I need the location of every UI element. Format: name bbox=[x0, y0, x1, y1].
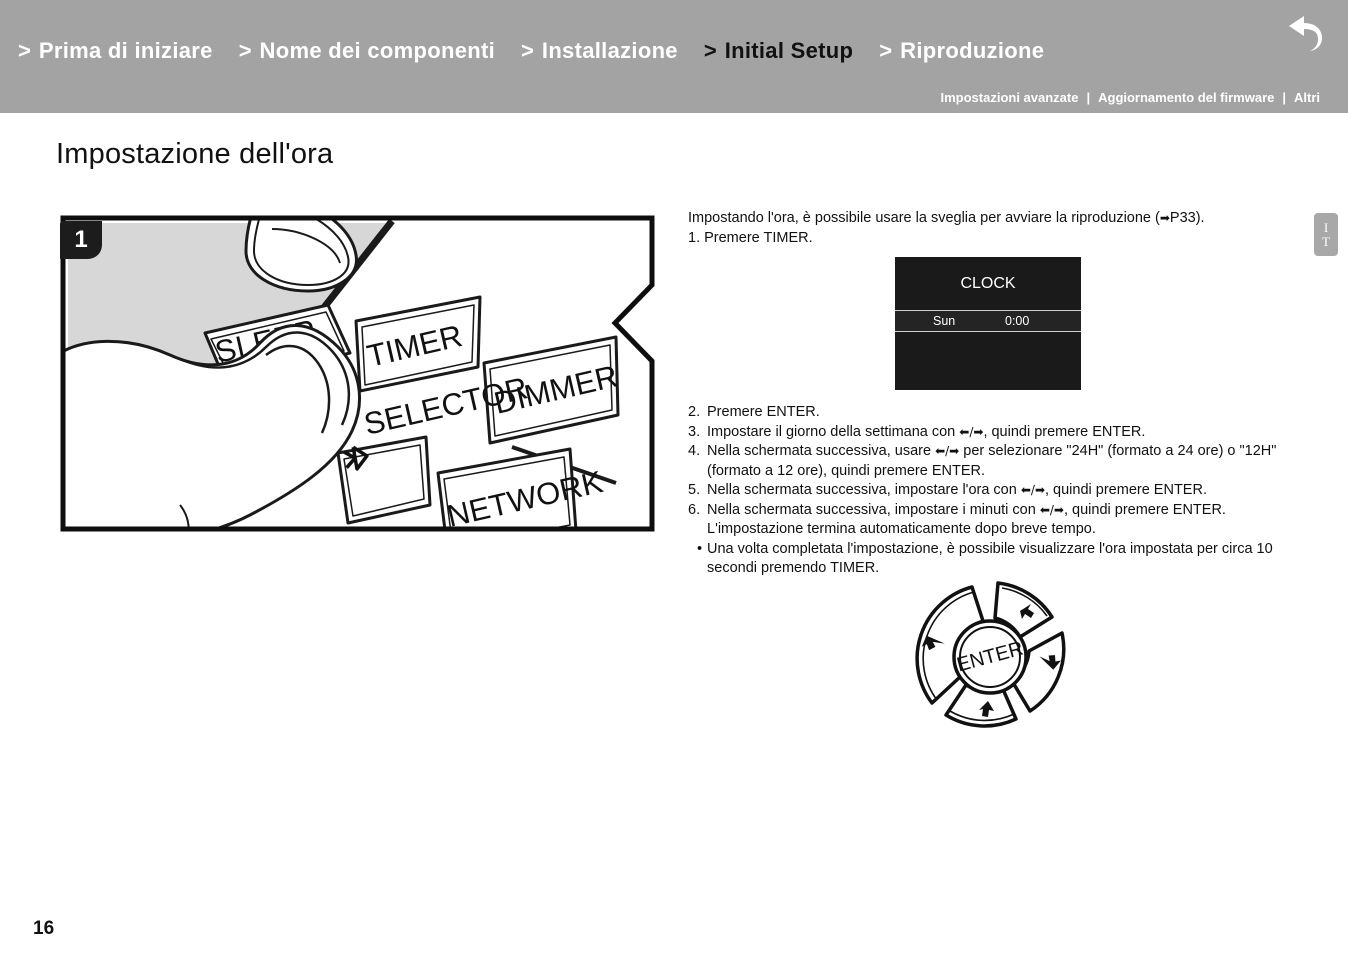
step-text-pre: Nella schermata successiva, impostare i … bbox=[707, 501, 1040, 518]
step-text: Nella schermata successiva, usare ⬅/➡ pe… bbox=[707, 442, 1300, 481]
intro-line-1: Impostando l'ora, è possibile usare la s… bbox=[688, 208, 1298, 228]
breadcrumb-label: Prima di iniziare bbox=[38, 38, 213, 63]
subnav-separator: | bbox=[1282, 90, 1286, 105]
breadcrumb-item-prima-di-iniziare[interactable]: > Prima di iniziare bbox=[18, 38, 213, 64]
subnav-separator: | bbox=[1086, 90, 1091, 105]
breadcrumb-item-riproduzione[interactable]: > Riproduzione bbox=[879, 38, 1044, 64]
page-number: 16 bbox=[33, 918, 55, 939]
chevron-right-icon: > bbox=[18, 38, 31, 63]
note-text: Una volta completata l'impostazione, è p… bbox=[707, 540, 1273, 577]
step-text: Impostare il giorno della settimana con … bbox=[707, 423, 1300, 443]
step-text-pre: Nella schermata successiva, usare bbox=[707, 443, 936, 459]
step-number: 5. bbox=[688, 482, 701, 498]
instruction-step-6: 6. Nella schermata successiva, impostare… bbox=[688, 501, 1300, 540]
breadcrumb-label: Installazione bbox=[541, 38, 678, 63]
breadcrumb: > Prima di iniziare > Nome dei component… bbox=[18, 38, 1070, 64]
intro-line-1-post: P33). bbox=[1169, 210, 1205, 226]
sub-navigation: Impostazioni avanzate | Aggiornamento de… bbox=[940, 90, 1320, 105]
intro-line-1-pre: Impostando l'ora, è possibile usare la s… bbox=[688, 210, 1160, 226]
breadcrumb-item-nome-dei-componenti[interactable]: > Nome dei componenti bbox=[239, 38, 495, 64]
clock-display-row: Sun 0:00 bbox=[895, 310, 1081, 332]
breadcrumb-item-initial-setup[interactable]: > Initial Setup bbox=[704, 38, 853, 64]
step-text: Nella schermata successiva, impostare i … bbox=[707, 501, 1300, 540]
step-text-pre: Impostare il giorno della settimana con bbox=[707, 423, 960, 440]
clock-display-time: 0:00 bbox=[1005, 314, 1030, 328]
step-number: 4. bbox=[688, 443, 701, 459]
instruction-step-5: 5. Nella schermata successiva, impostare… bbox=[688, 481, 1300, 501]
instruction-step-3: 3. Impostare il giorno della settimana c… bbox=[688, 423, 1300, 443]
chevron-right-icon: > bbox=[521, 38, 534, 63]
chevron-right-icon: > bbox=[238, 38, 252, 63]
step-text-post: , quindi premere ENTER. bbox=[983, 423, 1146, 440]
instruction-step-4: 4. Nella schermata successiva, usare ⬅/➡… bbox=[688, 442, 1300, 481]
clock-display-panel: CLOCK Sun 0:00 bbox=[895, 257, 1081, 390]
step-number-badge: 1 bbox=[60, 221, 102, 259]
language-tab-line2: T bbox=[1322, 233, 1330, 249]
top-header-bar: > Prima di iniziare > Nome dei component… bbox=[0, 0, 1348, 113]
enter-wheel-illustration: ENTER bbox=[895, 575, 1085, 740]
step-number: 2. bbox=[688, 404, 701, 420]
breadcrumb-item-installazione[interactable]: > Installazione bbox=[521, 38, 678, 64]
chevron-right-icon: > bbox=[703, 38, 717, 63]
step-number: 3. bbox=[688, 423, 701, 440]
right-arrow-icon: ➡ bbox=[1159, 211, 1170, 225]
language-tab-line1: I bbox=[1323, 219, 1329, 235]
bullet-icon: • bbox=[696, 540, 703, 557]
page-title: Impostazione dell'ora bbox=[56, 138, 334, 170]
back-arrow-icon[interactable] bbox=[1284, 16, 1326, 54]
subnav-item-altri[interactable]: Altri bbox=[1294, 90, 1320, 105]
left-right-arrow-icon: ⬅/➡ bbox=[959, 424, 984, 439]
breadcrumb-label: Initial Setup bbox=[724, 38, 854, 63]
remote-control-illustration: SLEEP TIMER DIMMER SELECTOR bbox=[60, 215, 656, 532]
breadcrumb-label: Nome dei componenti bbox=[259, 38, 496, 63]
breadcrumb-label: Riproduzione bbox=[900, 38, 1045, 63]
left-right-arrow-icon: ⬅/➡ bbox=[1039, 502, 1064, 517]
intro-line-2: 1. Premere TIMER. bbox=[688, 230, 813, 246]
step-text: Premere ENTER. bbox=[707, 404, 820, 420]
subnav-item-impostazioni-avanzate[interactable]: Impostazioni avanzate bbox=[940, 90, 1078, 105]
step-number: 6. bbox=[688, 501, 701, 518]
instruction-note: • Una volta completata l'impostazione, è… bbox=[688, 540, 1300, 579]
step-text: Nella schermata successiva, impostare l'… bbox=[707, 481, 1300, 501]
clock-display-day: Sun bbox=[933, 314, 956, 328]
subnav-item-aggiornamento-del-firmware[interactable]: Aggiornamento del firmware bbox=[1098, 90, 1274, 105]
instructions-intro: Impostando l'ora, è possibile usare la s… bbox=[688, 208, 1298, 248]
instruction-step-2: 2. Premere ENTER. bbox=[688, 403, 1300, 423]
left-right-arrow-icon: ⬅/➡ bbox=[1020, 483, 1045, 497]
clock-display-title: CLOCK bbox=[960, 274, 1016, 292]
instruction-steps-list: 2. Premere ENTER. 3. Impostare il giorno… bbox=[688, 403, 1300, 579]
left-right-arrow-icon: ⬅/➡ bbox=[935, 444, 960, 458]
chevron-right-icon: > bbox=[879, 38, 893, 63]
language-tab-it[interactable]: I T bbox=[1314, 213, 1338, 256]
step-text-pre: Nella schermata successiva, impostare l'… bbox=[707, 482, 1021, 498]
step-text-post: , quindi premere ENTER. bbox=[1045, 482, 1207, 498]
